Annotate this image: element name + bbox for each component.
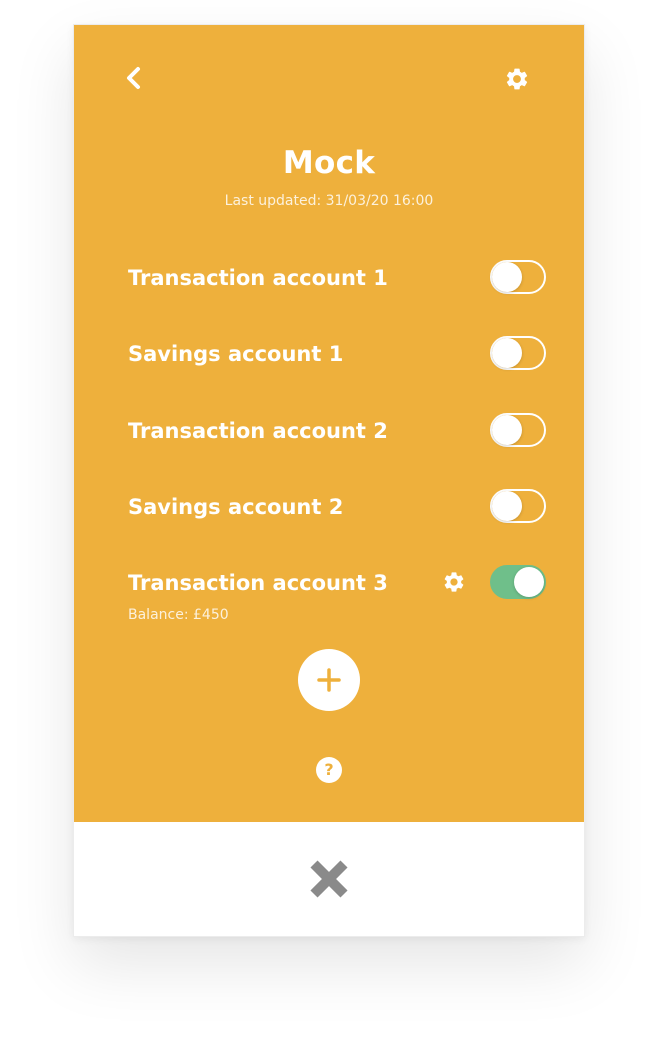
footer-bar [74, 822, 584, 936]
account-toggle[interactable] [490, 489, 546, 523]
help-button[interactable]: ? [316, 757, 342, 783]
help-icon: ? [324, 760, 334, 779]
account-name: Transaction account 2 [128, 419, 388, 443]
account-row: Savings account 1 [128, 336, 548, 376]
plus-icon [317, 668, 341, 692]
gear-icon [506, 68, 528, 90]
account-row: Transaction account 2 [128, 413, 548, 453]
account-toggle[interactable] [490, 336, 546, 370]
toggle-knob [492, 262, 522, 292]
account-name: Transaction account 3 [128, 571, 388, 595]
account-row: Transaction account 1 [128, 260, 548, 300]
account-name: Savings account 2 [128, 495, 344, 519]
account-name: Transaction account 1 [128, 266, 388, 290]
back-button[interactable] [122, 65, 148, 91]
page-title: Mock [282, 145, 376, 181]
account-row: Transaction account 3 Balance: £450 [128, 565, 548, 627]
account-row: Savings account 2 [128, 489, 548, 529]
toggle-knob [492, 415, 522, 445]
close-button[interactable] [305, 855, 353, 903]
settings-button[interactable] [504, 66, 530, 92]
last-updated-text: Last updated: 31/03/20 16:00 [224, 193, 434, 209]
accounts-panel: Mock Last updated: 31/03/20 16:00 Transa… [74, 25, 584, 822]
account-settings-button[interactable] [442, 570, 466, 594]
gear-icon [444, 572, 464, 592]
account-toggle[interactable] [490, 565, 546, 599]
account-toggle[interactable] [490, 260, 546, 294]
toggle-knob [492, 338, 522, 368]
toggle-knob [492, 491, 522, 521]
chevron-left-icon [127, 67, 140, 89]
close-icon [310, 860, 348, 898]
account-balance: Balance: £450 [128, 607, 229, 623]
account-name: Savings account 1 [128, 342, 344, 366]
toggle-knob [514, 567, 544, 597]
add-account-button[interactable] [298, 649, 360, 711]
account-toggle[interactable] [490, 413, 546, 447]
bank-connection-card: Mock Last updated: 31/03/20 16:00 Transa… [73, 24, 585, 937]
